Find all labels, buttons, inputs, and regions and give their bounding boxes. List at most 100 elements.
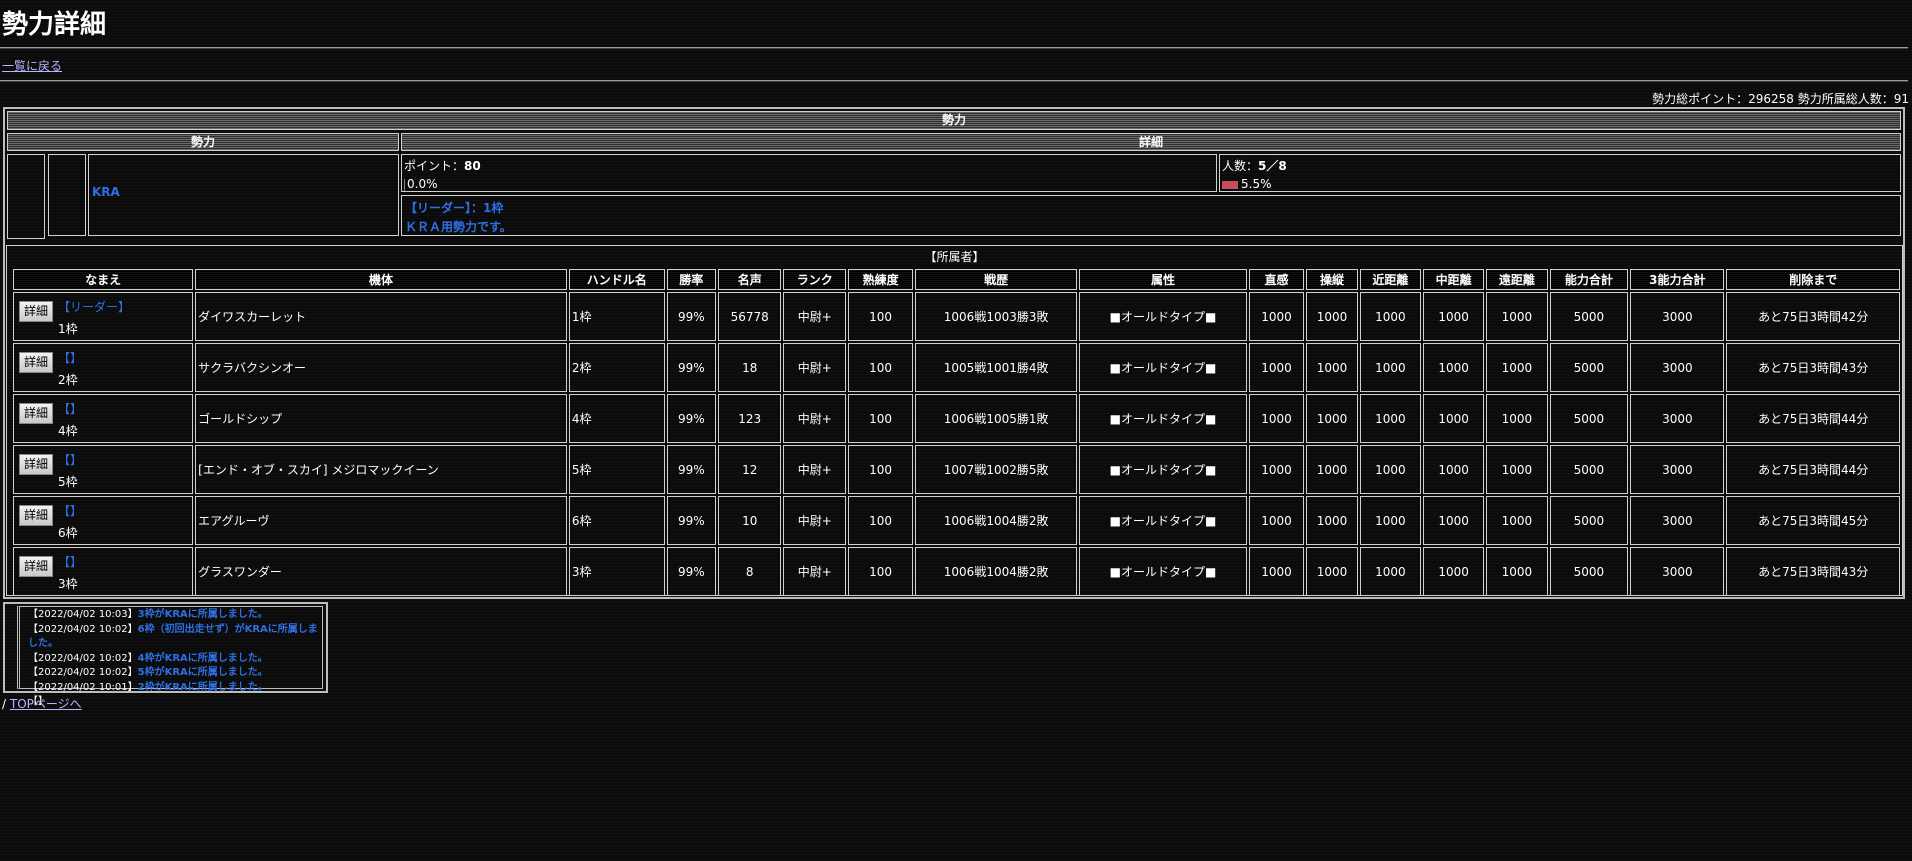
back-to-list-link[interactable]: 一覧に戻る [2,57,62,74]
log-entry: 【2022/04/02 10:01】2枠がKRAに所属しました。 [28,681,322,696]
log-entry: 【2022/04/02 10:02】6枠（初回出走せず）がKRAに所属しました。 [28,623,322,652]
member-control: 1000 [1306,343,1358,392]
member-total3: 3000 [1630,547,1725,596]
detail-button[interactable]: 詳細 [19,505,53,526]
faction-column-header: 勢力 [7,133,399,151]
member-rank: 中尉+ [783,547,847,596]
member-name-cell: 詳細 【】 6枠 [13,496,194,545]
log-message: 5枠がKRAに所属しました。 [137,667,268,678]
activity-log: 【2022/04/02 10:03】3枠がKRAに所属しました。 【2022/04… [3,602,328,707]
member-handle: 3枠 [58,577,78,591]
member-winrate: 99% [666,394,717,443]
log-message: 2枠がKRAに所属しました。 [137,681,268,693]
log-date: 【2022/04/02 10:02】 [28,652,138,664]
member-skill: 100 [848,292,914,341]
member-record: 1006戦1004勝2敗 [915,547,1078,596]
col-header: 操縦 [1306,269,1358,290]
points-bar [404,178,405,191]
member-record: 1006戦1005勝1敗 [915,394,1078,443]
member-record: 1007戦1002勝5敗 [915,445,1078,494]
member-delete: あと75日3時間45分 [1726,496,1900,545]
member-rank: 中尉+ [783,292,847,341]
member-winrate: 99% [666,496,717,545]
member-total: 5000 [1549,547,1629,596]
member-record: 1006戦1004勝2敗 [915,496,1078,545]
member-fame: 8 [718,547,782,596]
member-handle: 2枠 [568,343,665,392]
member-attr: ■オールドタイプ■ [1079,496,1247,545]
member-total3: 3000 [1630,394,1725,443]
col-header: なまえ [13,269,194,290]
detail-button[interactable]: 詳細 [19,352,53,373]
member-title: 【】 [58,351,83,365]
member-rank: 中尉+ [783,496,847,545]
detail-button[interactable]: 詳細 [19,556,53,577]
member-title: 【】 [58,504,83,518]
member-handle: 6枠 [568,496,665,545]
col-header: 機体 [195,269,567,290]
member-far: 1000 [1486,445,1548,494]
member-unit: ダイワスカーレット [195,292,567,341]
members-value: 5／8 [1258,159,1287,173]
members-table: なまえ 機体 ハンドル名 勝率 名声 ランク 熟練度 戦歴 属性 直感 操縦 近… [11,267,1902,598]
member-row: 詳細 【】 5枠 [エンド・オブ・スカイ] メジロマックイーン 5枠 99% 12 中尉+ 10… [13,445,1900,494]
detail-button[interactable]: 詳細 [19,301,53,322]
member-near: 1000 [1359,445,1422,494]
faction-description-cell: 【リーダー】：1枠 ＫＲＡ用勢力です。 [401,195,1901,236]
col-header: 中距離 [1423,269,1485,290]
member-skill: 100 [848,496,914,545]
member-attr: ■オールドタイプ■ [1079,292,1247,341]
member-attr: ■オールドタイプ■ [1079,445,1247,494]
member-far: 1000 [1486,292,1548,341]
member-name-cell: 詳細 【】 2枠 [13,343,194,392]
faction-totals: 勢力総ポイント：296258 勢力所属総人数：91 [1652,92,1909,106]
col-header: 直感 [1248,269,1305,290]
detail-button[interactable]: 詳細 [19,403,53,424]
member-near: 1000 [1359,547,1422,596]
member-total3: 3000 [1630,496,1725,545]
member-name-cell: 詳細 【】 3枠 [13,547,194,596]
member-near: 1000 [1359,394,1422,443]
members-bar [1222,180,1238,189]
member-control: 1000 [1306,292,1358,341]
col-header: 削除まで [1726,269,1900,290]
member-title: 【】 [58,402,83,416]
divider [0,47,1908,49]
points-value: 80 [464,159,481,173]
faction-section-header: 勢力 [7,111,1901,130]
member-control: 1000 [1306,496,1358,545]
member-intuition: 1000 [1248,394,1305,443]
member-delete: あと75日3時間43分 [1726,547,1900,596]
members-table-header: なまえ 機体 ハンドル名 勝率 名声 ランク 熟練度 戦歴 属性 直感 操縦 近… [13,269,1900,290]
member-handle: 4枠 [568,394,665,443]
member-fame: 56778 [718,292,782,341]
top-page-link[interactable]: TOPページへ [10,697,82,711]
col-header: 3能力合計 [1630,269,1725,290]
activity-log-list: 【2022/04/02 10:03】3枠がKRAに所属しました。 【2022/04… [17,606,323,707]
member-mid: 1000 [1423,394,1485,443]
member-row: 詳細 【】 4枠 ゴールドシップ 4枠 99% 123 中尉+ 100 1006戦1005勝1敗 ■… [13,394,1900,443]
points-label: ポイント： [404,159,465,173]
footer-separator: / [2,697,7,711]
member-attr: ■オールドタイプ■ [1079,343,1247,392]
member-total: 5000 [1549,496,1629,545]
member-handle: 6枠 [58,526,78,540]
member-unit: エアグルーヴ [195,496,567,545]
member-skill: 100 [848,343,914,392]
members-count-cell: 人数：5／8 5.5% [1219,154,1901,192]
member-name-cell: 詳細 【】 5枠 [13,445,194,494]
col-header: ハンドル名 [568,269,665,290]
member-delete: あと75日3時間43分 [1726,343,1900,392]
members-section-header: 【所属者】 [924,250,985,264]
member-intuition: 1000 [1248,292,1305,341]
member-total3: 3000 [1630,343,1725,392]
faction-color-cell [48,154,86,236]
detail-column-header: 詳細 [401,133,1901,151]
member-total: 5000 [1549,292,1629,341]
member-delete: あと75日3時間42分 [1726,292,1900,341]
member-unit: [エンド・オブ・スカイ] メジロマックイーン [195,445,567,494]
log-entry: 【2022/04/02 10:02】5枠がKRAに所属しました。 [28,666,322,681]
member-winrate: 99% [666,343,717,392]
member-mid: 1000 [1423,496,1485,545]
detail-button[interactable]: 詳細 [19,454,53,475]
